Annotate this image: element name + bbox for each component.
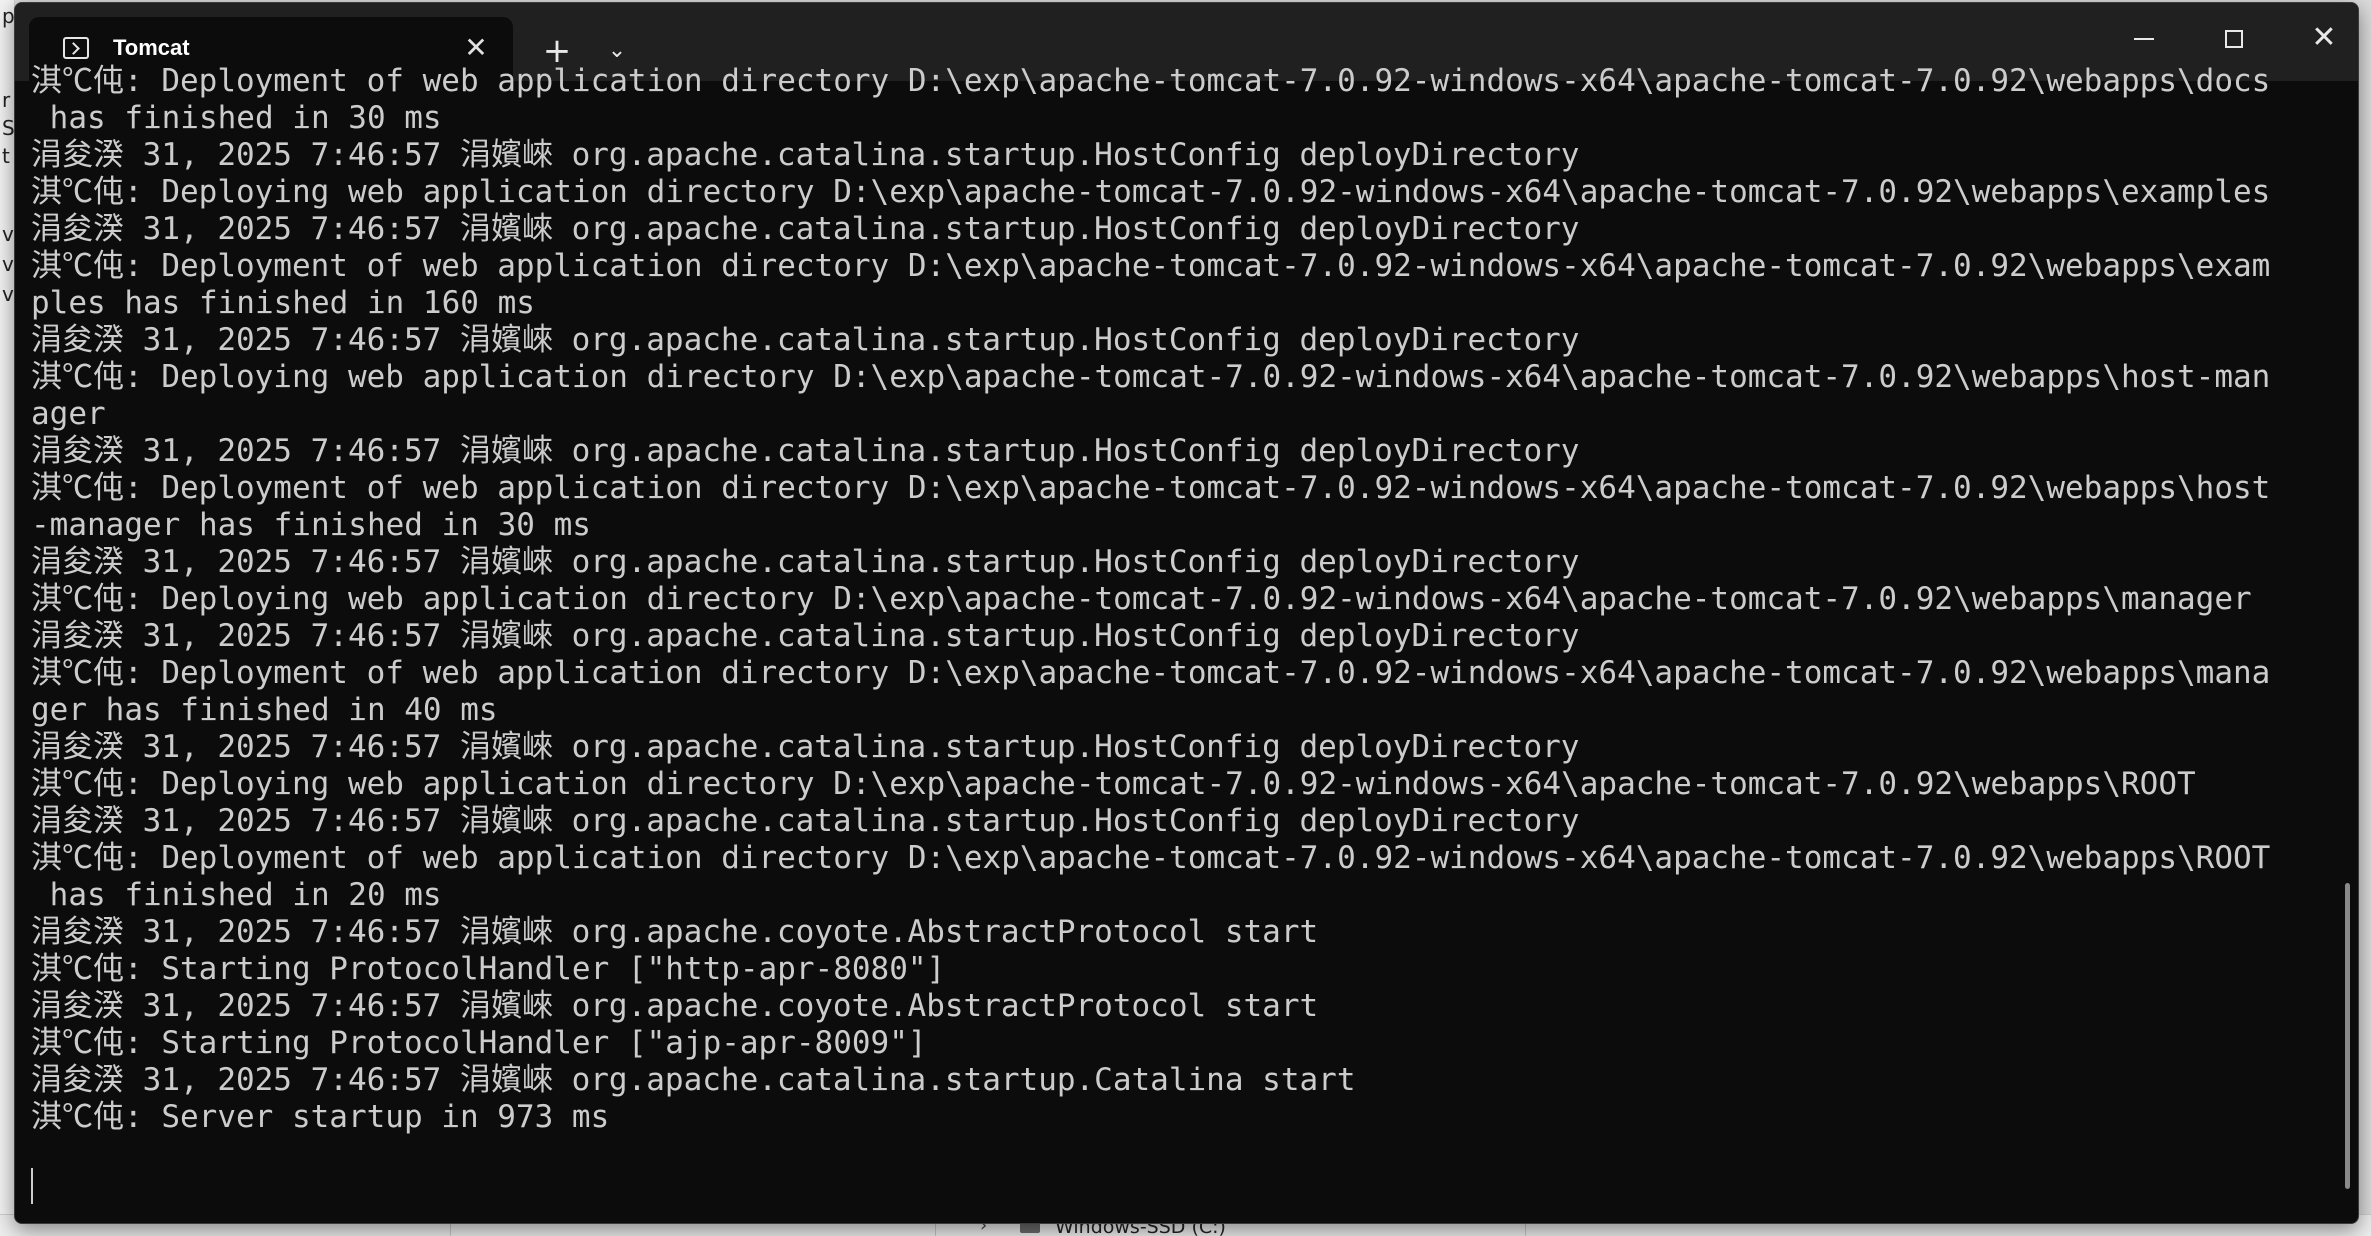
- console-line: 淇℃伅: Deploying web application directory…: [31, 359, 2271, 395]
- console-line: 涓夋湀 31, 2025 7:46:57 涓嬪崍 org.apache.cata…: [31, 433, 1580, 469]
- close-tab-icon[interactable]: ✕: [459, 31, 493, 65]
- console-line: has finished in 20 ms: [31, 877, 442, 913]
- console-output[interactable]: 淇℃伅: Deployment of web application direc…: [15, 63, 2335, 1223]
- terminal-window: Tomcat ✕ + ⌄ ✕ 淇℃伅: Deployment of web ap…: [14, 2, 2359, 1224]
- console-line: 涓夋湀 31, 2025 7:46:57 涓嬪崍 org.apache.cata…: [31, 211, 1580, 247]
- bg-char: v: [2, 252, 14, 276]
- console-line: 涓夋湀 31, 2025 7:46:57 涓嬪崍 org.apache.cata…: [31, 137, 1580, 173]
- console-line: 淇℃伅: Deployment of web application direc…: [31, 248, 2271, 284]
- bg-char: v: [2, 282, 14, 306]
- console-line: 涓夋湀 31, 2025 7:46:57 涓嬪崍 org.apache.coyo…: [31, 914, 1319, 950]
- console-line: 淇℃伅: Deployment of web application direc…: [31, 655, 2271, 691]
- bg-char: p: [2, 4, 15, 28]
- console-line: 涓夋湀 31, 2025 7:46:57 涓嬪崍 org.apache.cata…: [31, 322, 1580, 358]
- console-line: 涓夋湀 31, 2025 7:46:57 涓嬪崍 org.apache.cata…: [31, 618, 1580, 654]
- console-line: 淇℃伅: Deployment of web application direc…: [31, 470, 2271, 506]
- console-line: 淇℃伅: Deployment of web application direc…: [31, 840, 2271, 876]
- terminal-icon: [63, 37, 89, 59]
- console-line: -manager has finished in 30 ms: [31, 507, 591, 543]
- console-line: ager: [31, 396, 106, 432]
- console-line: 淇℃伅: Starting ProtocolHandler ["ajp-apr-…: [31, 1025, 927, 1061]
- console-line: 涓夋湀 31, 2025 7:46:57 涓嬪崍 org.apache.cata…: [31, 729, 1580, 765]
- console-line: 淇℃伅: Deployment of web application direc…: [31, 63, 2271, 99]
- console-line: 涓夋湀 31, 2025 7:46:57 涓嬪崍 org.apache.cata…: [31, 544, 1580, 580]
- scrollbar-thumb[interactable]: [2345, 883, 2350, 1189]
- console-line: ples has finished in 160 ms: [31, 285, 535, 321]
- console-line: ger has finished in 40 ms: [31, 692, 498, 728]
- console-line: 淇℃伅: Deploying web application directory…: [31, 766, 2196, 802]
- console-line: 淇℃伅: Server startup in 973 ms: [31, 1099, 610, 1135]
- console-line: 淇℃伅: Starting ProtocolHandler ["http-apr…: [31, 951, 946, 987]
- console-line: 涓夋湀 31, 2025 7:46:57 涓嬪崍 org.apache.cata…: [31, 803, 1580, 839]
- tab-title: Tomcat: [113, 35, 190, 60]
- maximize-icon: [2225, 30, 2243, 48]
- console-line: 涓夋湀 31, 2025 7:46:57 涓嬪崍 org.apache.cata…: [31, 1062, 1356, 1098]
- console-line: has finished in 30 ms: [31, 100, 442, 136]
- close-button[interactable]: ✕: [2279, 3, 2358, 73]
- text-cursor: [31, 1168, 33, 1204]
- desktop-background-left: p r S t v v v: [0, 0, 15, 1235]
- minimize-icon: [2134, 38, 2154, 40]
- bg-char: v: [2, 222, 14, 246]
- console-line: 淇℃伅: Deploying web application directory…: [31, 174, 2271, 210]
- bg-char: t: [2, 144, 10, 168]
- console-line: 涓夋湀 31, 2025 7:46:57 涓嬪崍 org.apache.coyo…: [31, 988, 1319, 1024]
- bg-char: S: [2, 116, 15, 140]
- bg-char: r: [2, 88, 11, 112]
- console-line: 淇℃伅: Deploying web application directory…: [31, 581, 2252, 617]
